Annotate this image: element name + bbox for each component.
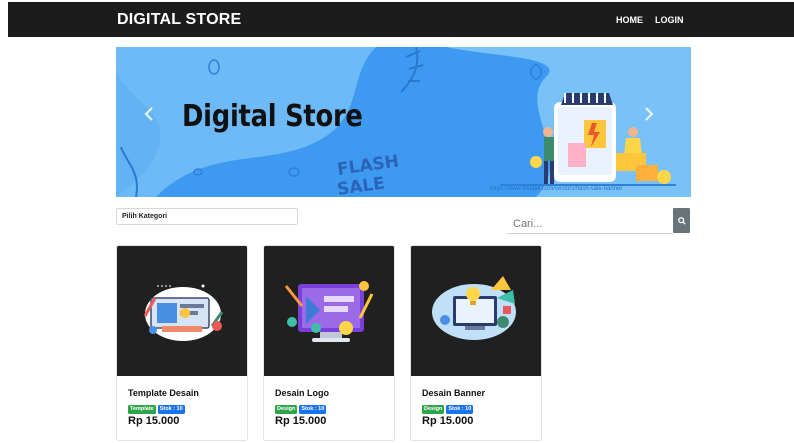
search-icon xyxy=(677,216,686,225)
search-input[interactable] xyxy=(507,208,672,234)
navbar: DIGITAL STORE HOME LOGIN xyxy=(8,2,794,37)
product-title: Desain Banner xyxy=(422,388,486,398)
product-price: Rp 15.000 xyxy=(422,415,474,427)
hero-carousel: FLASH SALE Digital Store https://www.fre… xyxy=(116,47,691,197)
product-badges: Design Stok : 10 xyxy=(275,405,327,414)
stock-badge: Stok : 10 xyxy=(157,405,185,414)
product-price: Rp 15.000 xyxy=(128,415,180,427)
chevron-left-icon xyxy=(144,107,153,121)
category-select[interactable]: Pilih Kategori xyxy=(116,208,298,225)
product-price: Rp 15.000 xyxy=(275,415,327,427)
chevron-right-icon xyxy=(645,107,654,121)
carousel-next-button[interactable] xyxy=(644,107,664,133)
product-card[interactable]: Desain Logo Design Stok : 10 Rp 15.000 xyxy=(263,245,395,441)
stock-badge: Stok : 10 xyxy=(446,405,474,414)
product-title: Desain Logo xyxy=(275,388,330,398)
stock-badge: Stok : 10 xyxy=(299,405,327,414)
product-badges: Template Stok : 10 xyxy=(128,405,185,414)
nav-login-link[interactable]: LOGIN xyxy=(655,15,684,25)
search-button[interactable] xyxy=(673,208,690,233)
category-badge: Design xyxy=(422,405,445,414)
image-credit: https://www.freepik.com/vectors/flash-sa… xyxy=(490,186,623,192)
category-badge: Design xyxy=(275,405,298,414)
banner-title: Digital Store xyxy=(182,99,363,134)
product-image[interactable] xyxy=(117,246,247,376)
product-image[interactable] xyxy=(264,246,394,376)
brand-logo[interactable]: DIGITAL STORE xyxy=(117,11,241,29)
carousel-prev-button[interactable] xyxy=(144,107,164,133)
product-image[interactable] xyxy=(411,246,541,376)
nav-home-link[interactable]: HOME xyxy=(616,15,643,25)
category-badge: Template xyxy=(128,405,156,414)
product-badges: Design Stok : 10 xyxy=(422,405,474,414)
product-card[interactable]: Desain Banner Design Stok : 10 Rp 15.000 xyxy=(410,245,542,441)
product-card[interactable]: Template Desain Template Stok : 10 Rp 15… xyxy=(116,245,248,441)
product-title: Template Desain xyxy=(128,388,199,398)
